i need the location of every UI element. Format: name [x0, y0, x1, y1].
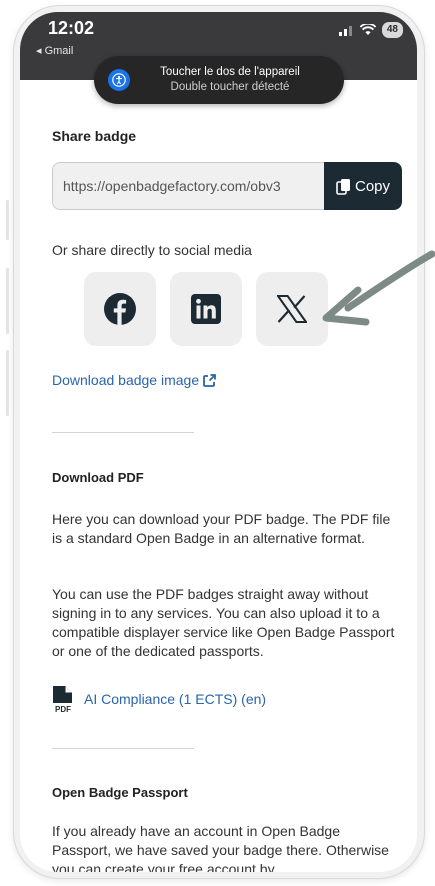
- battery-indicator: 48: [381, 22, 403, 38]
- download-badge-image-link[interactable]: Download badge image: [52, 372, 217, 388]
- external-link-icon: [203, 373, 217, 387]
- copy-icon: [336, 178, 350, 195]
- pdf-file-icon-label: PDF: [55, 705, 71, 713]
- power-button: [6, 350, 9, 416]
- section-divider: [52, 748, 194, 749]
- share-badge-heading: Share badge: [52, 128, 137, 144]
- pdf-file-link[interactable]: PDF AI Compliance (1 ECTS) (en): [52, 685, 266, 713]
- accessibility-toast: Toucher le dos de l'appareil Double touc…: [94, 56, 344, 104]
- status-time: 12:02: [48, 18, 95, 38]
- annotation-arrow-icon: [322, 250, 435, 326]
- share-url-group: https://openbadgefactory.com/obv3 Copy: [52, 162, 402, 210]
- copy-button[interactable]: Copy: [324, 162, 402, 210]
- social-buttons: [84, 272, 328, 346]
- wifi-icon: [359, 24, 376, 35]
- open-badge-passport-heading: Open Badge Passport: [52, 785, 188, 800]
- social-share-label: Or share directly to social media: [52, 242, 252, 258]
- phone-screen: 12:02 ◂ Gmail 48 Toucher le dos de l'app…: [20, 12, 417, 872]
- pdf-usage-description: You can use the PDF badges straight away…: [52, 586, 395, 659]
- pdf-file-link-label: AI Compliance (1 ECTS) (en): [84, 691, 267, 707]
- toast-title: Toucher le dos de l'appareil: [160, 66, 300, 78]
- volume-button: [6, 268, 9, 334]
- linkedin-share-button[interactable]: [170, 272, 242, 346]
- accessibility-icon: [108, 69, 130, 91]
- pdf-file-icon: PDF: [53, 686, 72, 713]
- facebook-icon: [104, 293, 136, 325]
- pdf-description: Here you can download your PDF badge. Th…: [52, 511, 391, 546]
- linkedin-icon: [191, 294, 221, 324]
- facebook-share-button[interactable]: [84, 272, 156, 346]
- passport-description: If you already have an account in Open B…: [52, 823, 389, 872]
- download-pdf-heading: Download PDF: [52, 470, 144, 485]
- back-to-app-link[interactable]: ◂ Gmail: [36, 44, 73, 57]
- download-badge-image-label: Download badge image: [52, 372, 200, 388]
- volume-button: [6, 200, 9, 240]
- section-divider: [52, 432, 194, 433]
- copy-button-label: Copy: [354, 177, 391, 195]
- toast-subtitle: Double toucher détecté: [170, 81, 290, 93]
- status-icons: 48: [338, 22, 403, 38]
- share-url-input[interactable]: https://openbadgefactory.com/obv3: [52, 162, 324, 210]
- signal-icon: [338, 26, 352, 36]
